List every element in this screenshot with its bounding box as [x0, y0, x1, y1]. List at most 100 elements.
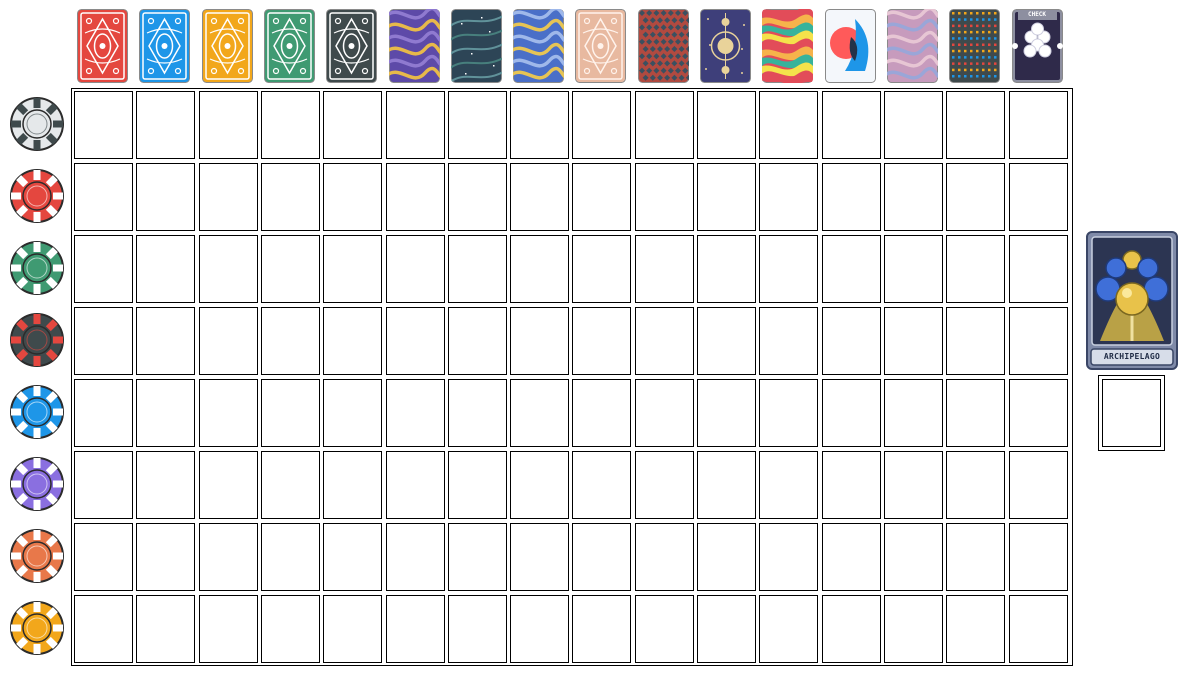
grid-cell[interactable] — [1008, 595, 1068, 663]
grid-cell[interactable] — [883, 451, 943, 519]
grid-cell[interactable] — [510, 91, 570, 159]
ghost-deck[interactable] — [513, 9, 565, 83]
black-stake-chip[interactable] — [9, 312, 65, 368]
grid-cell[interactable] — [74, 523, 133, 591]
grid-cell[interactable] — [447, 307, 507, 375]
grid-cell[interactable] — [883, 379, 943, 447]
orange-stake-chip[interactable] — [9, 528, 65, 584]
nebula-deck[interactable] — [450, 9, 502, 83]
grid-cell[interactable] — [260, 595, 320, 663]
grid-cell[interactable] — [385, 451, 445, 519]
grid-cell[interactable] — [510, 523, 570, 591]
grid-cell[interactable] — [821, 307, 881, 375]
grid-cell[interactable] — [697, 595, 756, 663]
blue-deck[interactable] — [139, 9, 191, 83]
magic-deck[interactable] — [388, 9, 440, 83]
grid-cell[interactable] — [883, 307, 943, 375]
grid-cell[interactable] — [759, 235, 819, 303]
grid-cell[interactable] — [74, 307, 133, 375]
grid-cell[interactable] — [1008, 379, 1068, 447]
grid-cell[interactable] — [821, 163, 881, 231]
anaglyph-deck[interactable] — [824, 9, 876, 83]
grid-cell[interactable] — [821, 235, 881, 303]
grid-cell[interactable] — [697, 379, 756, 447]
grid-cell[interactable] — [260, 307, 320, 375]
grid-cell[interactable] — [260, 163, 320, 231]
grid-cell[interactable] — [510, 595, 570, 663]
painted-deck[interactable] — [762, 9, 814, 83]
plasma-deck[interactable] — [886, 9, 938, 83]
grid-cell[interactable] — [260, 91, 320, 159]
grid-cell[interactable] — [198, 91, 258, 159]
grid-cell[interactable] — [821, 523, 881, 591]
grid-cell[interactable] — [323, 595, 383, 663]
grid-cell[interactable] — [697, 451, 756, 519]
grid-cell[interactable] — [759, 595, 819, 663]
grid-cell[interactable] — [447, 235, 507, 303]
grid-cell[interactable] — [946, 595, 1006, 663]
grid-cell[interactable] — [260, 523, 320, 591]
grid-cell[interactable] — [759, 379, 819, 447]
grid-cell[interactable] — [385, 523, 445, 591]
grid-cell[interactable] — [821, 451, 881, 519]
red-stake-chip[interactable] — [9, 168, 65, 224]
grid-cell[interactable] — [385, 307, 445, 375]
grid-cell[interactable] — [136, 307, 196, 375]
grid-cell[interactable] — [946, 163, 1006, 231]
green-deck[interactable] — [263, 9, 315, 83]
grid-cell[interactable] — [447, 595, 507, 663]
grid-cell[interactable] — [323, 379, 383, 447]
grid-cell[interactable] — [385, 595, 445, 663]
grid-cell[interactable] — [821, 379, 881, 447]
grid-cell[interactable] — [510, 379, 570, 447]
grid-cell[interactable] — [260, 451, 320, 519]
grid-cell[interactable] — [821, 91, 881, 159]
grid-cell[interactable] — [323, 523, 383, 591]
grid-cell[interactable] — [198, 523, 258, 591]
grid-cell[interactable] — [634, 163, 694, 231]
grid-cell[interactable] — [74, 451, 133, 519]
grid-cell[interactable] — [136, 523, 196, 591]
grid-cell[interactable] — [634, 307, 694, 375]
grid-cell[interactable] — [572, 235, 632, 303]
erratic-deck[interactable] — [949, 9, 1001, 83]
grid-cell[interactable] — [572, 91, 632, 159]
grid-cell[interactable] — [74, 379, 133, 447]
grid-cell[interactable] — [946, 523, 1006, 591]
grid-cell[interactable] — [447, 523, 507, 591]
grid-cell[interactable] — [946, 379, 1006, 447]
grid-cell[interactable] — [697, 235, 756, 303]
grid-cell[interactable] — [260, 235, 320, 303]
grid-cell[interactable] — [572, 307, 632, 375]
grid-cell[interactable] — [759, 91, 819, 159]
grid-cell[interactable] — [821, 595, 881, 663]
purple-stake-chip[interactable] — [9, 456, 65, 512]
grid-cell[interactable] — [198, 163, 258, 231]
grid-cell[interactable] — [883, 163, 943, 231]
grid-cell[interactable] — [697, 163, 756, 231]
grid-cell[interactable] — [323, 307, 383, 375]
zodiac-deck[interactable] — [700, 9, 751, 83]
grid-cell[interactable] — [323, 235, 383, 303]
grid-cell[interactable] — [572, 523, 632, 591]
grid-cell[interactable] — [1008, 91, 1068, 159]
grid-cell[interactable] — [260, 379, 320, 447]
grid-cell[interactable] — [198, 379, 258, 447]
grid-cell[interactable] — [136, 235, 196, 303]
abandoned-deck[interactable] — [575, 9, 627, 83]
grid-cell[interactable] — [198, 307, 258, 375]
grid-cell[interactable] — [1008, 235, 1068, 303]
grid-cell[interactable] — [697, 523, 756, 591]
grid-cell[interactable] — [1008, 307, 1068, 375]
grid-cell[interactable] — [136, 91, 196, 159]
grid-cell[interactable] — [136, 163, 196, 231]
grid-cell[interactable] — [447, 91, 507, 159]
grid-cell[interactable] — [634, 91, 694, 159]
grid-cell[interactable] — [385, 379, 445, 447]
yellow-deck[interactable] — [201, 9, 253, 83]
grid-cell[interactable] — [572, 379, 632, 447]
white-stake-chip[interactable] — [9, 96, 65, 152]
grid-cell[interactable] — [198, 235, 258, 303]
grid-cell[interactable] — [634, 235, 694, 303]
grid-cell[interactable] — [759, 307, 819, 375]
